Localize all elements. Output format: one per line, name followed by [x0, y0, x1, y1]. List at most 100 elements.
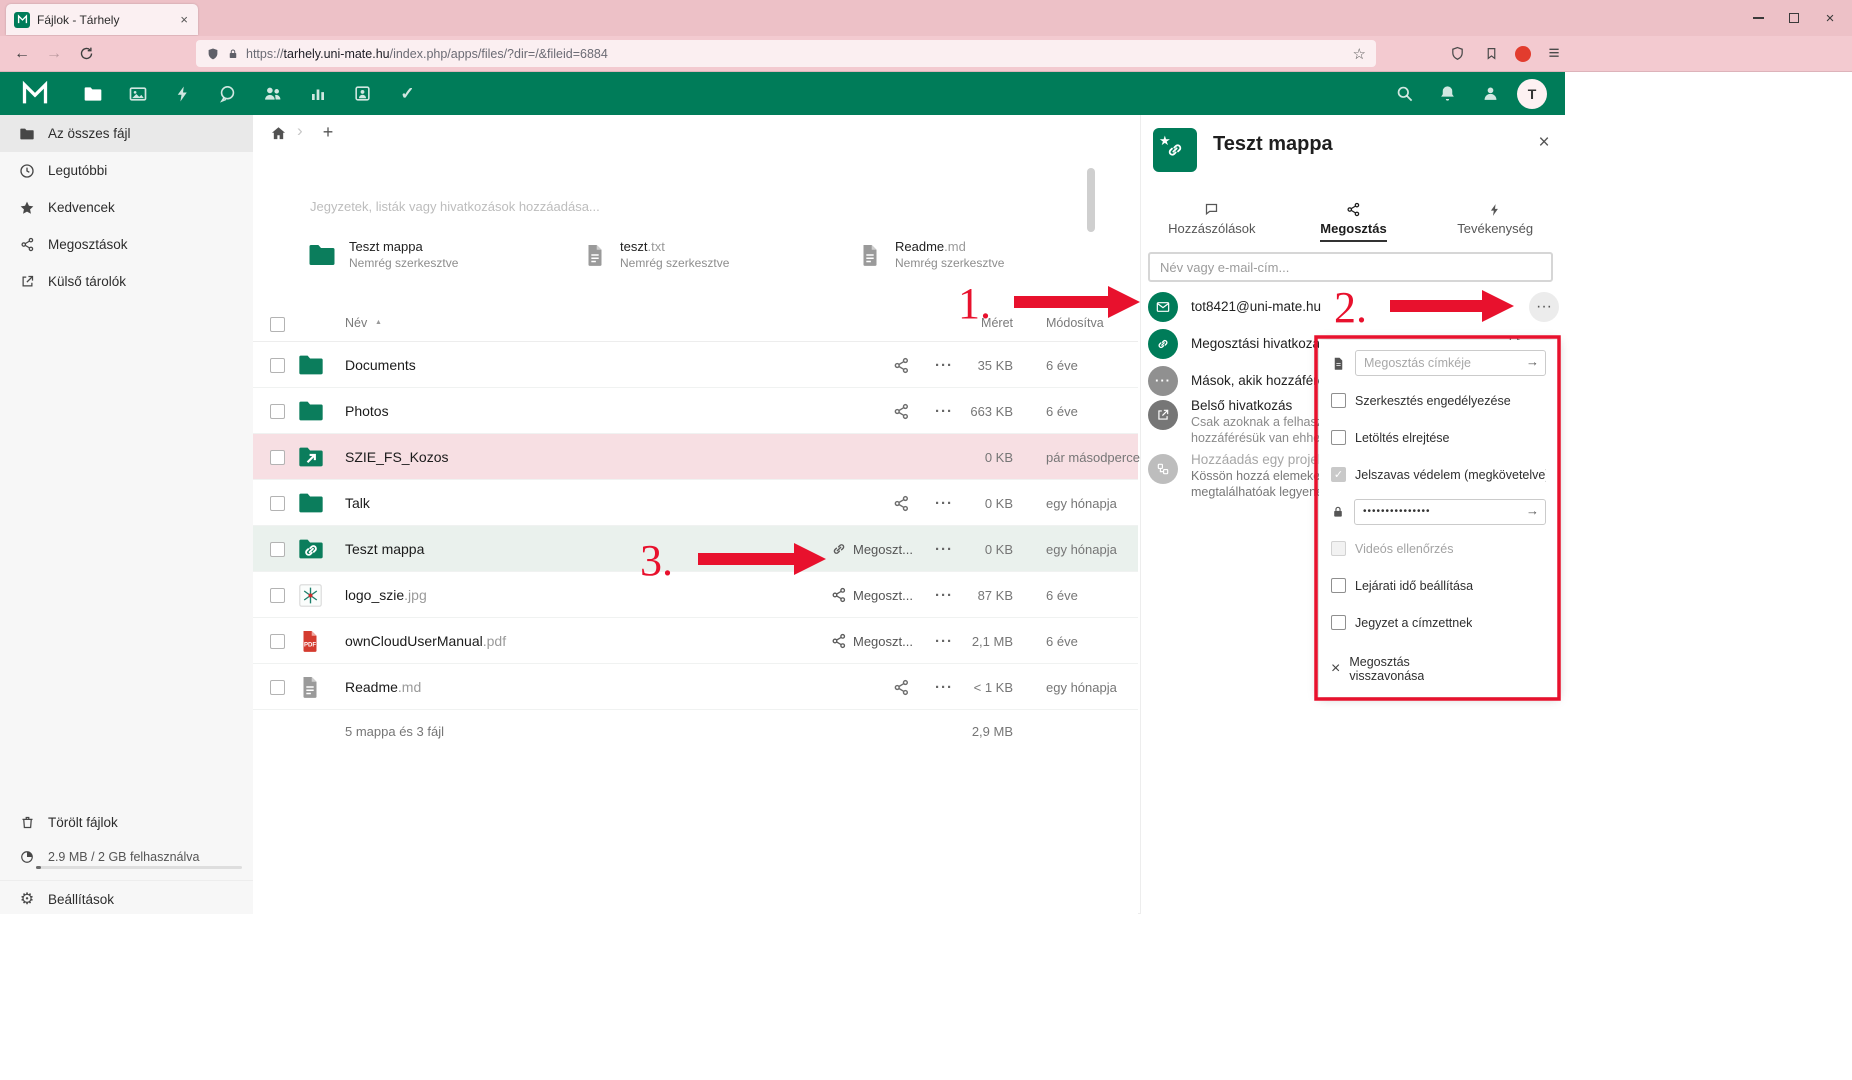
password-protect-checkbox[interactable]: ✓ — [1331, 467, 1346, 482]
row-checkbox[interactable] — [270, 404, 285, 419]
table-row[interactable]: SZIE_FS_Kozos 0 KB pár másodperce — [253, 434, 1138, 480]
sidebar-item-favorites[interactable]: Kedvencek — [0, 189, 253, 226]
share-icon[interactable] — [893, 480, 910, 526]
submit-arrow-icon[interactable]: → — [1526, 503, 1539, 518]
shared-label[interactable]: Megoszt... — [853, 526, 913, 572]
notifications-bell-icon[interactable] — [1431, 72, 1464, 115]
recent-card[interactable]: Teszt mappaNemrég szerkesztve — [307, 239, 557, 270]
browser-tab[interactable]: Fájlok - Tárhely × — [6, 4, 198, 35]
url-bar[interactable]: https://tarhely.uni-mate.hu/index.php/ap… — [196, 40, 1376, 67]
column-header-name[interactable]: Név — [345, 316, 367, 330]
menu-item-unshare[interactable]: × Megosztás visszavonása — [1319, 641, 1558, 697]
new-file-button[interactable]: + — [315, 119, 341, 145]
tab-close-icon[interactable]: × — [178, 12, 190, 27]
app-nav-activity-icon[interactable] — [160, 72, 205, 115]
share-recipient-input[interactable] — [1148, 252, 1553, 282]
file-name[interactable]: logo_szie.jpg — [345, 572, 427, 618]
panel-close-button[interactable]: × — [1529, 128, 1559, 158]
browser-menu-button[interactable]: ≡ — [1540, 36, 1568, 71]
extension-shield-icon[interactable] — [1443, 36, 1471, 71]
user-avatar[interactable]: T — [1517, 79, 1547, 109]
row-checkbox[interactable] — [270, 358, 285, 373]
file-name[interactable]: Teszt mappa — [345, 526, 424, 572]
hide-download-checkbox[interactable] — [1331, 430, 1346, 445]
table-row[interactable]: Talk ··· 0 KB egy hónapja — [253, 480, 1138, 526]
table-row[interactable]: Teszt mappa Megoszt... ··· 0 KB egy hóna… — [253, 526, 1138, 572]
back-button[interactable]: ← — [8, 36, 36, 71]
window-close-button[interactable]: × — [1812, 0, 1848, 36]
search-icon[interactable] — [1388, 72, 1421, 115]
recent-card[interactable]: teszt.txtNemrég szerkesztve — [582, 239, 832, 270]
breadcrumb-home-icon[interactable] — [270, 125, 287, 142]
app-nav-talk-icon[interactable] — [205, 72, 250, 115]
row-checkbox[interactable] — [270, 542, 285, 557]
menu-item-hide-download[interactable]: Letöltés elrejtése — [1319, 419, 1558, 456]
sidebar-item-trash[interactable]: Törölt fájlok — [0, 804, 253, 841]
row-checkbox[interactable] — [270, 634, 285, 649]
menu-item-expiration-date[interactable]: Lejárati idő beállítása — [1319, 567, 1558, 604]
menu-item-video-verification[interactable]: Videós ellenőrzés — [1319, 530, 1558, 567]
shared-label[interactable]: Megoszt... — [853, 618, 913, 664]
password-input[interactable] — [1354, 499, 1546, 525]
contacts-menu-icon[interactable] — [1474, 72, 1507, 115]
sidebar-item-settings[interactable]: ⚙ Beállítások — [0, 880, 253, 917]
share-entry-email[interactable]: tot8421@uni-mate.hu ··· — [1148, 288, 1559, 325]
app-nav-photos-icon[interactable] — [115, 72, 160, 115]
table-row[interactable]: logo_szie.jpg Megoszt... ··· 87 KB 6 éve — [253, 572, 1138, 618]
row-checkbox[interactable] — [270, 680, 285, 695]
sidebar-item-external-storage[interactable]: Külső tárolók — [0, 263, 253, 300]
tracking-shield-icon[interactable] — [206, 47, 220, 61]
app-nav-files-icon[interactable] — [70, 72, 115, 115]
mate-logo[interactable] — [0, 72, 70, 115]
tab-activity[interactable]: Tevékenység — [1424, 200, 1566, 244]
file-name[interactable]: Photos — [345, 388, 389, 434]
reload-button[interactable] — [72, 36, 100, 71]
menu-item-password-protect[interactable]: ✓ Jelszavas védelem (megkövetelve) — [1319, 456, 1558, 493]
bookmark-star-icon[interactable]: ☆ — [1353, 45, 1366, 63]
sidebar-item-all-files[interactable]: Az összes fájl — [0, 115, 253, 152]
app-nav-tasks-icon[interactable]: ✓ — [385, 72, 430, 115]
note-to-recipient-checkbox[interactable] — [1331, 615, 1346, 630]
row-checkbox[interactable] — [270, 588, 285, 603]
file-name[interactable]: Documents — [345, 342, 416, 388]
submit-arrow-icon[interactable]: → — [1526, 354, 1539, 369]
sidebar-item-recent[interactable]: Legutóbbi — [0, 152, 253, 189]
window-minimize-button[interactable] — [1740, 0, 1776, 36]
forward-button[interactable]: → — [40, 36, 68, 71]
share-icon[interactable] — [893, 664, 910, 710]
table-row[interactable]: Readme.md ··· < 1 KB egy hónapja — [253, 664, 1138, 710]
column-header-modified[interactable]: Módosítva — [1046, 316, 1104, 330]
share-actions-menu-button[interactable]: ··· — [1529, 292, 1559, 322]
expiration-date-checkbox[interactable] — [1331, 578, 1346, 593]
window-maximize-button[interactable] — [1776, 0, 1812, 36]
row-checkbox[interactable] — [270, 450, 285, 465]
table-row[interactable]: Photos ··· 663 KB 6 éve — [253, 388, 1138, 434]
lock-icon[interactable] — [227, 48, 239, 60]
row-checkbox[interactable] — [270, 496, 285, 511]
file-name[interactable]: Talk — [345, 480, 370, 526]
tab-comments[interactable]: Hozzászólások — [1141, 200, 1283, 244]
sidebar-item-shares[interactable]: Megosztások — [0, 226, 253, 263]
recent-card[interactable]: Readme.mdNemrég szerkesztve — [857, 239, 1107, 270]
app-nav-contacts-icon[interactable] — [250, 72, 295, 115]
app-nav-gallery-icon[interactable] — [340, 72, 385, 115]
share-label-input[interactable] — [1355, 350, 1546, 376]
tab-sharing[interactable]: Megosztás — [1283, 200, 1425, 244]
menu-item-note-to-recipient[interactable]: Jegyzet a címzettnek — [1319, 604, 1558, 641]
allow-editing-checkbox[interactable] — [1331, 393, 1346, 408]
table-row[interactable]: Documents ··· 35 KB 6 éve — [253, 342, 1138, 388]
file-name[interactable]: ownCloudUserManual.pdf — [345, 618, 506, 664]
extension-adblock-icon[interactable] — [1509, 36, 1537, 71]
column-header-size[interactable]: Méret — [943, 316, 1013, 330]
file-name[interactable]: Readme.md — [345, 664, 421, 710]
file-name[interactable]: SZIE_FS_Kozos — [345, 434, 449, 480]
share-icon[interactable] — [893, 342, 910, 388]
app-nav-analytics-icon[interactable] — [295, 72, 340, 115]
shared-label[interactable]: Megoszt... — [853, 572, 913, 618]
extension-bookmark-icon[interactable] — [1477, 36, 1505, 71]
select-all-checkbox[interactable] — [270, 317, 285, 332]
menu-item-allow-editing[interactable]: Szerkesztés engedélyezése — [1319, 382, 1558, 419]
workspace-hint[interactable]: Jegyzetek, listák vagy hivatkozások hozz… — [310, 199, 600, 214]
scrollbar-thumb[interactable] — [1087, 168, 1095, 232]
table-row[interactable]: PDF ownCloudUserManual.pdf Megoszt... ··… — [253, 618, 1138, 664]
